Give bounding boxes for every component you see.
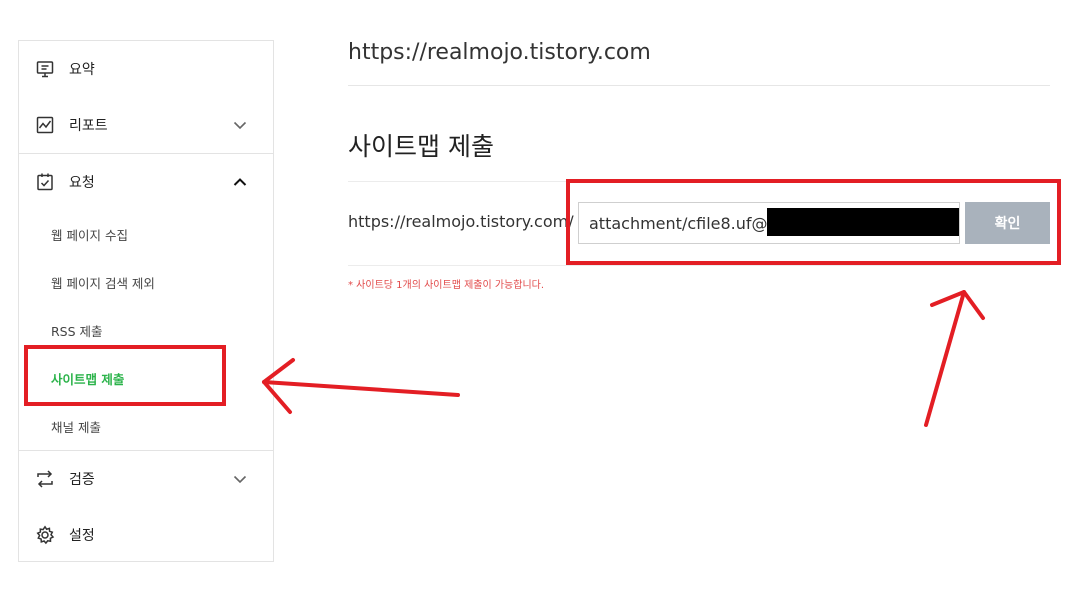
arrow-up (924, 290, 966, 427)
arrow-left-head (262, 358, 295, 414)
annotation-arrows (262, 290, 985, 427)
page: 요약 리포트 요청 웹 페이지 수집 웹 페이지 검색 제외 RSS 제출 사이… (0, 0, 1072, 593)
arrow-left (262, 380, 460, 397)
